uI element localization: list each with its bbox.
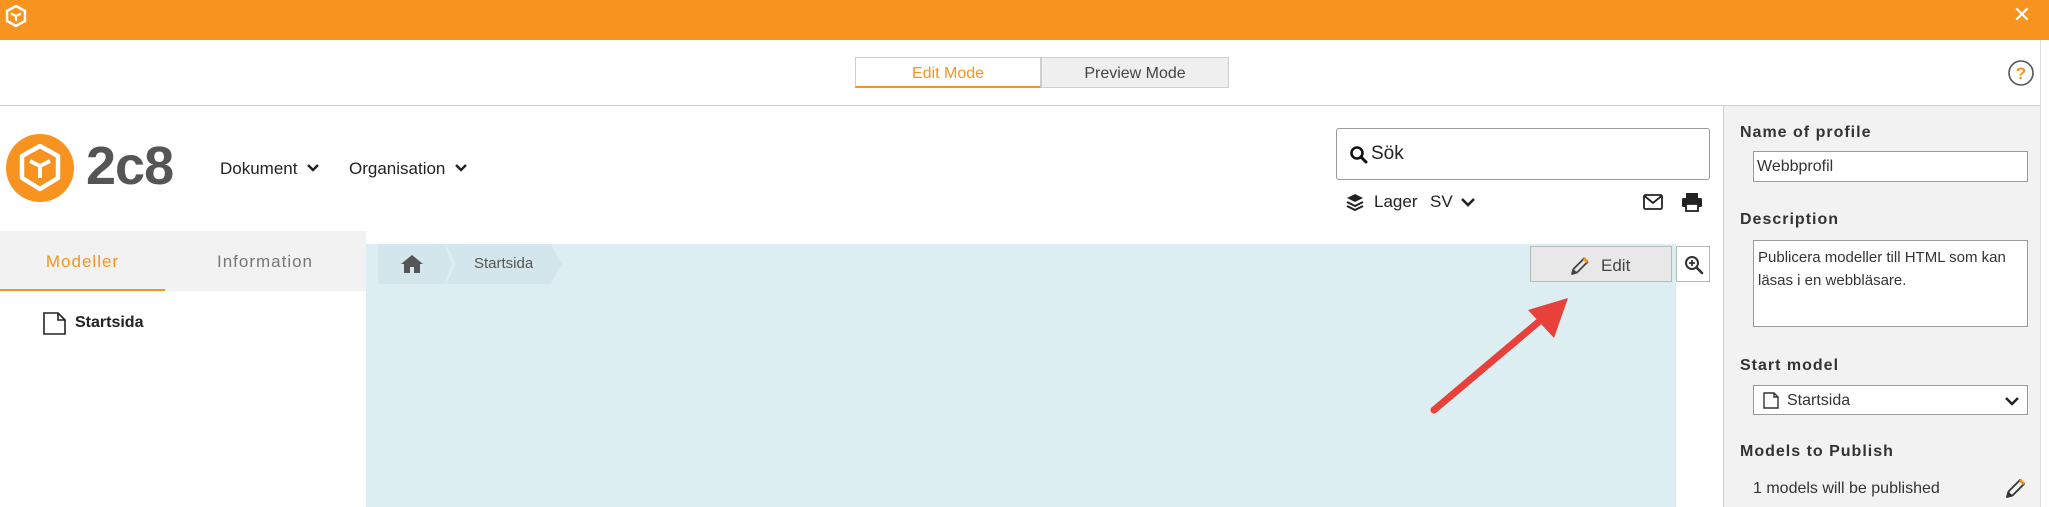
search-input[interactable]: [1371, 139, 1691, 169]
zoom-in-icon: [1685, 256, 1704, 275]
title-bar: ✕: [0, 0, 2049, 40]
chevron-down-icon: [2005, 397, 2019, 406]
tree-item-label: Startsida: [75, 314, 144, 331]
chevron-down-icon: [455, 164, 467, 172]
left-panel: Modeller Information Startsida: [0, 231, 366, 507]
models-to-publish-label: Models to Publish: [1740, 443, 1894, 460]
nav-organisation[interactable]: Organisation: [349, 158, 468, 180]
mail-icon[interactable]: [1643, 194, 1663, 210]
edit-button[interactable]: Edit: [1530, 246, 1672, 282]
app-logo-icon: [5, 4, 27, 28]
breadcrumb-startsida[interactable]: Startsida: [446, 244, 562, 284]
breadcrumb-label: Startsida: [474, 255, 534, 272]
nav-dokument-label: Dokument: [220, 159, 298, 178]
mode-bar: Edit Mode Preview Mode ?: [0, 40, 2049, 106]
window-edge: [2040, 40, 2049, 507]
start-model-value: Startsida: [1787, 392, 1851, 409]
description-textarea[interactable]: Publicera modeller till HTML som kan läs…: [1753, 240, 2028, 327]
profile-panel: Name of profile Webbprofil Description P…: [1723, 106, 2049, 507]
site-header: 2c8 Dokument Organisation Lager SV: [0, 106, 1723, 231]
chevron-down-icon: [307, 164, 320, 172]
brand-logo-icon[interactable]: [5, 133, 75, 203]
tab-modeller[interactable]: Modeller: [0, 231, 165, 291]
zoom-button[interactable]: [1676, 246, 1710, 282]
edit-button-label: Edit: [1601, 256, 1631, 275]
document-icon: [43, 312, 66, 335]
preview-mode-button[interactable]: Preview Mode: [1041, 57, 1229, 88]
document-icon: [1763, 392, 1779, 409]
home-icon: [401, 255, 423, 273]
profile-name-label: Name of profile: [1740, 124, 1872, 141]
brand-name: 2c8: [86, 136, 174, 196]
models-count-text: 1 models will be published: [1753, 480, 1940, 497]
edit-models-pencil-icon[interactable]: [2004, 476, 2028, 500]
profile-name-input[interactable]: Webbprofil: [1753, 151, 2028, 182]
layers-icon[interactable]: [1346, 193, 1364, 211]
svg-text:?: ?: [2016, 64, 2026, 83]
nav-organisation-label: Organisation: [349, 159, 446, 178]
tab-information[interactable]: Information: [165, 231, 365, 291]
search-icon[interactable]: [1349, 145, 1369, 165]
close-icon[interactable]: ✕: [2012, 4, 2032, 26]
search-box[interactable]: [1336, 128, 1710, 180]
content-spacer: [366, 231, 1723, 244]
language-selector[interactable]: SV: [1430, 192, 1453, 212]
chevron-down-icon[interactable]: [1460, 194, 1476, 210]
help-icon[interactable]: ?: [2007, 59, 2035, 87]
edit-mode-button[interactable]: Edit Mode: [855, 57, 1041, 88]
description-label: Description: [1740, 211, 1840, 228]
layers-label[interactable]: Lager: [1374, 192, 1417, 212]
breadcrumb-home[interactable]: [378, 244, 452, 284]
print-icon[interactable]: [1681, 192, 1703, 212]
pencil-icon: [1571, 257, 1589, 275]
annotation-arrow-icon: [1430, 298, 1568, 414]
start-model-select[interactable]: Startsida: [1753, 385, 2028, 415]
sidebar-tabs: Modeller Information: [0, 231, 366, 291]
start-model-label: Start model: [1740, 357, 1840, 374]
nav-dokument[interactable]: Dokument: [220, 158, 320, 180]
